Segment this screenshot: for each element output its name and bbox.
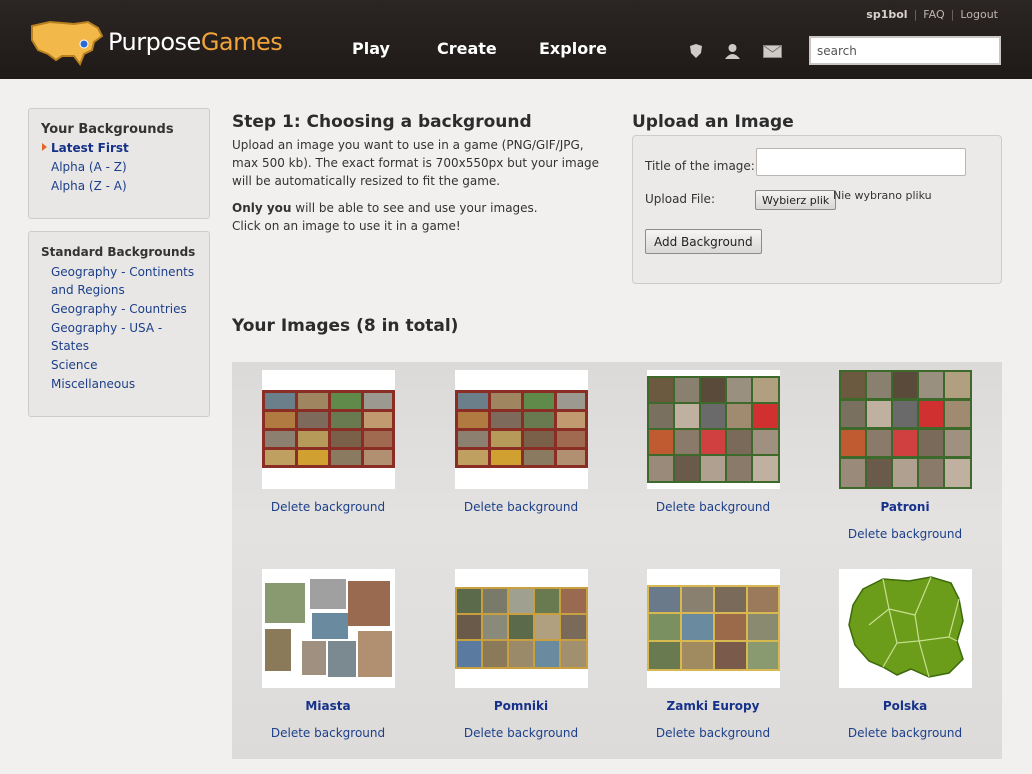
step1-bold: Only you: [232, 201, 292, 215]
delete-background-link[interactable]: Delete background: [617, 500, 809, 514]
image-gallery: Delete background Delete background Dele…: [232, 362, 1002, 759]
monuments-image: [455, 587, 588, 669]
photo-collage-image: [455, 390, 588, 468]
nav-create[interactable]: Create: [437, 39, 497, 58]
poland-map-image: [839, 569, 972, 688]
standard-backgrounds-title: Standard Backgrounds: [41, 245, 196, 259]
your-backgrounds-title: Your Backgrounds: [41, 122, 174, 137]
city-photos-image: [262, 569, 395, 688]
site-logo[interactable]: PurposeGames: [28, 16, 308, 68]
image-title-input[interactable]: [756, 148, 966, 176]
upload-form: Title of the image: Upload File: Wybierz…: [632, 135, 1002, 284]
portrait-grid-image: [839, 370, 972, 489]
mail-icon[interactable]: [763, 45, 782, 58]
background-thumbnail[interactable]: [262, 370, 395, 489]
usa-map-icon: [31, 20, 104, 67]
upload-title: Upload an Image: [632, 112, 794, 132]
file-status-text: Nie wybrano pliku: [833, 189, 932, 202]
your-images-title: Your Images (8 in total): [232, 316, 459, 336]
delete-background-link[interactable]: Delete background: [809, 527, 1001, 541]
background-thumbnail[interactable]: [647, 370, 780, 489]
step1-line3: will be automatically resized to fit the…: [232, 174, 501, 188]
background-thumbnail[interactable]: [455, 370, 588, 489]
background-thumbnail[interactable]: [647, 569, 780, 688]
shield-icon[interactable]: [688, 43, 704, 59]
image-title-label: Title of the image:: [645, 159, 755, 173]
standard-geo-countries[interactable]: Geography - Countries: [51, 300, 187, 318]
portrait-grid-image: [647, 376, 780, 483]
user-icon[interactable]: [724, 43, 741, 59]
step1-line5: Click on an image to use it in a game!: [232, 219, 461, 233]
step1-line4: Only you will be able to see and use you…: [232, 201, 538, 215]
background-thumbnail[interactable]: [839, 569, 972, 688]
photo-collage-image: [262, 390, 395, 468]
upload-file-label: Upload File:: [645, 192, 715, 206]
delete-background-link[interactable]: Delete background: [617, 726, 809, 740]
background-name-link[interactable]: Patroni: [809, 500, 1001, 514]
username-link[interactable]: sp1bol: [866, 8, 907, 21]
logout-link[interactable]: Logout: [960, 8, 998, 21]
faq-link[interactable]: FAQ: [923, 8, 944, 21]
standard-science[interactable]: Science: [51, 356, 98, 374]
delete-background-link[interactable]: Delete background: [232, 500, 424, 514]
step1-line2: max 500 kb). The exact format is 700x550…: [232, 156, 600, 170]
nav-play[interactable]: Play: [352, 39, 390, 58]
step1-line1: Upload an image you want to use in a gam…: [232, 138, 584, 152]
step1-title: Step 1: Choosing a background: [232, 112, 532, 132]
sort-alpha-az[interactable]: Alpha (A - Z): [51, 158, 127, 176]
add-background-button[interactable]: Add Background: [645, 229, 762, 254]
user-links: sp1bol | FAQ | Logout: [866, 8, 998, 21]
standard-geo-continents-cont[interactable]: and Regions: [51, 281, 125, 299]
background-name-link[interactable]: Miasta: [232, 699, 424, 713]
sort-alpha-za[interactable]: Alpha (Z - A): [51, 177, 127, 195]
background-name-link[interactable]: Polska: [809, 699, 1001, 713]
background-thumbnail[interactable]: [839, 370, 972, 489]
choose-file-button[interactable]: Wybierz plik: [755, 190, 837, 210]
active-arrow-icon: [42, 143, 47, 151]
standard-geo-usa[interactable]: Geography - USA -: [51, 319, 162, 337]
standard-misc[interactable]: Miscellaneous: [51, 375, 135, 393]
background-name-link[interactable]: Pomniki: [425, 699, 617, 713]
delete-background-link[interactable]: Delete background: [809, 726, 1001, 740]
your-backgrounds-box: Your Backgrounds Latest First Alpha (A -…: [28, 108, 210, 219]
delete-background-link[interactable]: Delete background: [425, 500, 617, 514]
top-header: PurposeGames Play Create Explore sp1bol |…: [0, 0, 1032, 79]
logo-text: PurposeGames: [108, 28, 283, 56]
background-thumbnail[interactable]: [455, 569, 588, 688]
nav-explore[interactable]: Explore: [539, 39, 607, 58]
standard-geo-usa-cont[interactable]: States: [51, 337, 89, 355]
sort-latest-first[interactable]: Latest First: [51, 139, 129, 157]
search-input[interactable]: [809, 36, 1001, 65]
standard-backgrounds-box: Standard Backgrounds Geography - Contine…: [28, 231, 210, 417]
background-thumbnail[interactable]: [262, 569, 395, 688]
delete-background-link[interactable]: Delete background: [232, 726, 424, 740]
standard-geo-continents[interactable]: Geography - Continents: [51, 263, 194, 281]
background-name-link[interactable]: Zamki Europy: [617, 699, 809, 713]
delete-background-link[interactable]: Delete background: [425, 726, 617, 740]
castles-image: [647, 585, 780, 671]
